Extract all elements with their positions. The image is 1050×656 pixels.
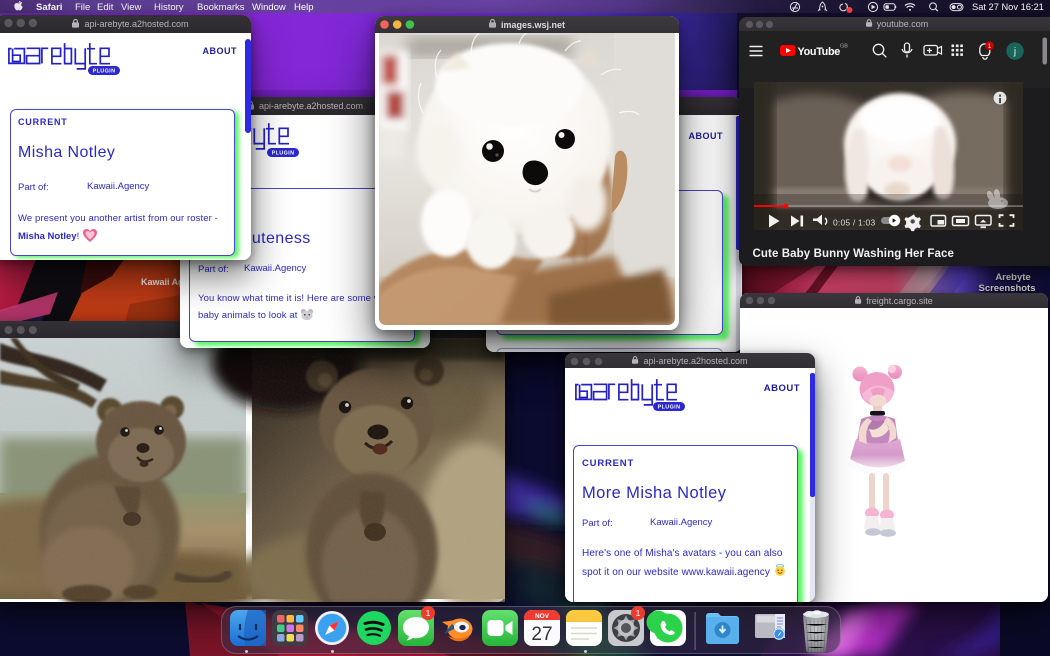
svg-text:NOV: NOV [535,613,550,620]
svg-text:0:05 / 1:03: 0:05 / 1:03 [833,218,875,228]
svg-text:History: History [154,2,184,13]
svg-text:27: 27 [531,624,552,645]
svg-text:1: 1 [636,608,641,618]
svg-text:Cute Baby Bunny Washing Her Fa: Cute Baby Bunny Washing Her Face [753,248,955,260]
svg-text:j: j [1013,47,1016,58]
svg-text:Edit: Edit [97,2,114,13]
svg-text:Kawaii Ag: Kawaii Ag [141,277,184,287]
svg-text:YouTube: YouTube [798,46,841,58]
svg-text:Bookmarks: Bookmarks [197,2,245,13]
svg-text:Arebyte: Arebyte [995,272,1030,283]
svg-text:1: 1 [426,608,431,618]
svg-text:File: File [75,2,90,13]
svg-text:View: View [121,2,142,13]
svg-text:Sat 27 Nov 16:21: Sat 27 Nov 16:21 [972,2,1044,12]
svg-text:GB: GB [840,44,848,50]
svg-text:Help: Help [294,2,314,13]
svg-text:Safari: Safari [36,2,62,13]
svg-text:Window: Window [252,2,286,13]
